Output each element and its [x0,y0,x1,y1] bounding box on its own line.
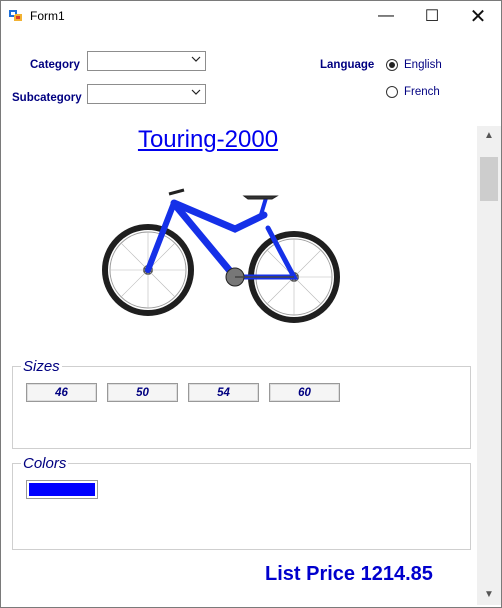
size-button-60[interactable]: 60 [269,383,340,402]
list-price: List Price 1214.85 [265,563,433,585]
colors-group-title: Colors [21,455,69,472]
sizes-group-title: Sizes [21,358,62,375]
maximize-button[interactable]: ☐ [409,1,455,31]
scroll-up-button[interactable]: ▲ [477,127,501,144]
product-title-link[interactable]: Touring-2000 [1,126,415,154]
chevron-down-icon [191,56,201,62]
close-button[interactable]: ✕ [455,1,501,31]
app-icon [9,10,22,21]
size-button-54[interactable]: 54 [188,383,259,402]
size-button-46[interactable]: 46 [26,383,97,402]
colors-groupbox: Colors [12,455,471,550]
french-radio-label[interactable]: French [404,86,440,98]
minimize-button[interactable]: — [363,1,409,31]
main-window: Form1 — ☐ ✕ Category Subcategory Languag… [0,0,502,608]
french-radio[interactable] [386,86,398,98]
vertical-scrollbar[interactable]: ▲ ▼ [477,126,501,605]
size-button-50[interactable]: 50 [107,383,178,402]
color-swatch-button[interactable] [26,480,98,499]
title-bar[interactable]: Form1 — ☐ ✕ [1,1,501,31]
english-radio-label[interactable]: English [404,59,442,71]
category-combobox[interactable] [87,51,206,71]
english-radio[interactable] [386,59,398,71]
sizes-groupbox: Sizes 46 50 54 60 [12,358,471,449]
mountain-bike-image [102,188,340,323]
scrollbar-thumb[interactable] [480,157,498,201]
subcategory-label: Subcategory [12,92,82,104]
language-label: Language [320,59,375,71]
category-label: Category [30,59,80,71]
radio-selected-dot [389,62,395,68]
frame [145,196,299,281]
product-scroll-panel[interactable]: Touring-2000 Sizes 46 50 54 60 Colors Li… [1,126,477,606]
scroll-down-button[interactable]: ▼ [477,586,501,603]
window-title: Form1 [30,9,65,23]
chevron-down-icon [191,89,201,95]
blue-color-swatch [29,483,95,496]
subcategory-combobox[interactable] [87,84,206,104]
